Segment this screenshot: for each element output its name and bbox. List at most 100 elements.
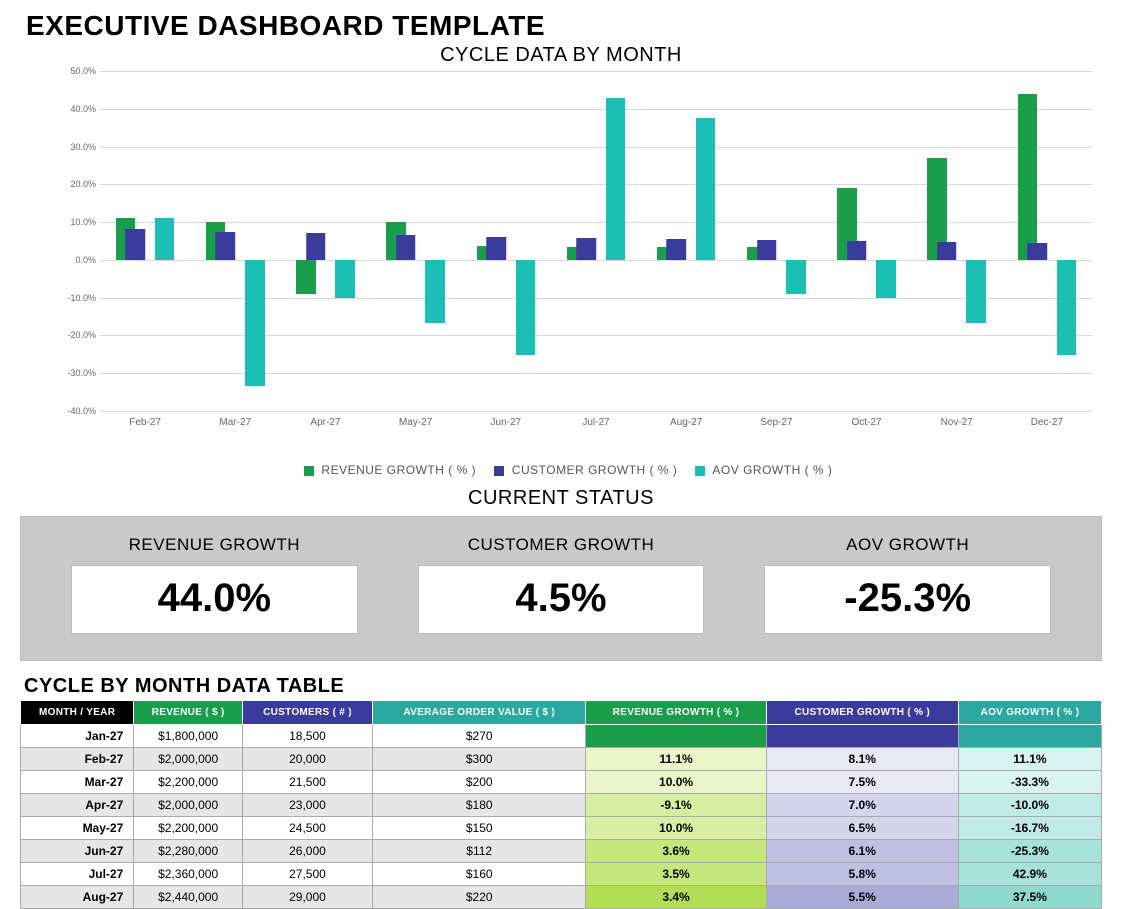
table-cell: 37.5% <box>958 886 1101 909</box>
bar <box>296 260 316 294</box>
x-label: Dec-27 <box>1031 417 1063 428</box>
bar <box>155 218 175 260</box>
table-cell: 3.4% <box>586 886 766 909</box>
legend-label-revenue: REVENUE GROWTH ( % ) <box>321 463 476 477</box>
table-cell: $2,200,000 <box>134 817 243 840</box>
status-revenue-value: 44.0% <box>71 565 358 634</box>
x-label: Jul-27 <box>582 417 609 428</box>
table-row: Apr-27$2,000,00023,000$180-9.1%7.0%-10.0… <box>21 794 1102 817</box>
table-cell: Apr-27 <box>21 794 134 817</box>
x-label: Jun-27 <box>491 417 522 428</box>
table-cell: $2,200,000 <box>134 771 243 794</box>
x-label: Mar-27 <box>219 417 251 428</box>
y-tick: 30.0% <box>60 142 96 152</box>
legend-swatch-aov <box>695 466 705 476</box>
table-cell: Jul-27 <box>21 863 134 886</box>
x-label: Aug-27 <box>670 417 702 428</box>
y-tick: -10.0% <box>60 293 96 303</box>
table-cell: 11.1% <box>586 748 766 771</box>
y-tick: 50.0% <box>60 66 96 76</box>
bar <box>245 260 265 386</box>
x-label: Feb-27 <box>129 417 161 428</box>
y-tick: -30.0% <box>60 368 96 378</box>
th-month: MONTH / YEAR <box>21 701 134 725</box>
status-title: CURRENT STATUS <box>20 487 1102 510</box>
table-cell: $2,440,000 <box>134 886 243 909</box>
table-cell: 10.0% <box>586 817 766 840</box>
table-cell: 3.6% <box>586 840 766 863</box>
th-aov-growth: AOV GROWTH ( % ) <box>958 701 1101 725</box>
data-table: MONTH / YEAR REVENUE ( $ ) CUSTOMERS ( #… <box>20 700 1102 909</box>
bar <box>1057 260 1077 356</box>
bar-group: May-27 <box>386 71 445 411</box>
table-cell: $2,000,000 <box>134 794 243 817</box>
table-cell: 7.0% <box>766 794 958 817</box>
bar <box>576 238 596 260</box>
table-cell: 6.1% <box>766 840 958 863</box>
th-revenue-growth: REVENUE GROWTH ( % ) <box>586 701 766 725</box>
bar <box>667 239 687 260</box>
table-row: Feb-27$2,000,00020,000$30011.1%8.1%11.1% <box>21 748 1102 771</box>
table-cell: $270 <box>372 725 585 748</box>
th-revenue: REVENUE ( $ ) <box>134 701 243 725</box>
status-revenue: REVENUE GROWTH 44.0% <box>71 535 358 634</box>
table-cell: 7.5% <box>766 771 958 794</box>
page-title: EXECUTIVE DASHBOARD TEMPLATE <box>26 10 1102 42</box>
table-row: Mar-27$2,200,00021,500$20010.0%7.5%-33.3… <box>21 771 1102 794</box>
bar <box>516 260 536 356</box>
x-label: Nov-27 <box>941 417 973 428</box>
table-cell: Jun-27 <box>21 840 134 863</box>
bar <box>606 98 626 260</box>
y-tick: 40.0% <box>60 104 96 114</box>
cycle-chart: -40.0%-30.0%-20.0%-10.0%0.0%10.0%20.0%30… <box>60 71 1102 451</box>
y-tick: -20.0% <box>60 330 96 340</box>
legend-swatch-customer <box>494 466 504 476</box>
bar <box>937 242 957 260</box>
bar <box>425 260 445 323</box>
table-cell: $150 <box>372 817 585 840</box>
table-row: Jan-27$1,800,00018,500$270 <box>21 725 1102 748</box>
status-customer: CUSTOMER GROWTH 4.5% <box>418 535 705 634</box>
bar <box>757 240 777 260</box>
bar <box>216 232 236 260</box>
table-row: Jul-27$2,360,00027,500$1603.5%5.8%42.9% <box>21 863 1102 886</box>
bar <box>486 237 506 260</box>
table-cell: 18,500 <box>243 725 373 748</box>
th-customer-growth: CUSTOMER GROWTH ( % ) <box>766 701 958 725</box>
table-cell: 42.9% <box>958 863 1101 886</box>
bar-group: Nov-27 <box>927 71 986 411</box>
status-aov-label: AOV GROWTH <box>764 535 1051 555</box>
table-cell: 3.5% <box>586 863 766 886</box>
y-tick: 0.0% <box>60 255 96 265</box>
table-cell: Mar-27 <box>21 771 134 794</box>
table-cell: $220 <box>372 886 585 909</box>
legend-label-customer: CUSTOMER GROWTH ( % ) <box>512 463 678 477</box>
bar-group: Jun-27 <box>477 71 536 411</box>
bar-group: Dec-27 <box>1018 71 1077 411</box>
table-cell: $300 <box>372 748 585 771</box>
bar <box>1018 94 1038 260</box>
table-cell: Feb-27 <box>21 748 134 771</box>
bar-group: Feb-27 <box>116 71 175 411</box>
table-cell: 11.1% <box>958 748 1101 771</box>
table-cell: May-27 <box>21 817 134 840</box>
status-row: REVENUE GROWTH 44.0% CUSTOMER GROWTH 4.5… <box>20 516 1102 661</box>
table-cell: 27,500 <box>243 863 373 886</box>
bar-group: Jul-27 <box>567 71 626 411</box>
chart-legend: REVENUE GROWTH ( % ) CUSTOMER GROWTH ( %… <box>20 463 1102 477</box>
table-cell: 23,000 <box>243 794 373 817</box>
table-cell <box>586 725 766 748</box>
table-cell: $2,000,000 <box>134 748 243 771</box>
bar <box>1027 243 1047 260</box>
table-cell: $1,800,000 <box>134 725 243 748</box>
table-cell: $2,280,000 <box>134 840 243 863</box>
status-customer-value: 4.5% <box>418 565 705 634</box>
bar <box>876 260 896 298</box>
bar-group: Aug-27 <box>657 71 716 411</box>
table-cell: 5.8% <box>766 863 958 886</box>
table-row: May-27$2,200,00024,500$15010.0%6.5%-16.7… <box>21 817 1102 840</box>
table-cell: 24,500 <box>243 817 373 840</box>
table-cell: 20,000 <box>243 748 373 771</box>
y-tick: 10.0% <box>60 217 96 227</box>
x-label: Apr-27 <box>310 417 340 428</box>
